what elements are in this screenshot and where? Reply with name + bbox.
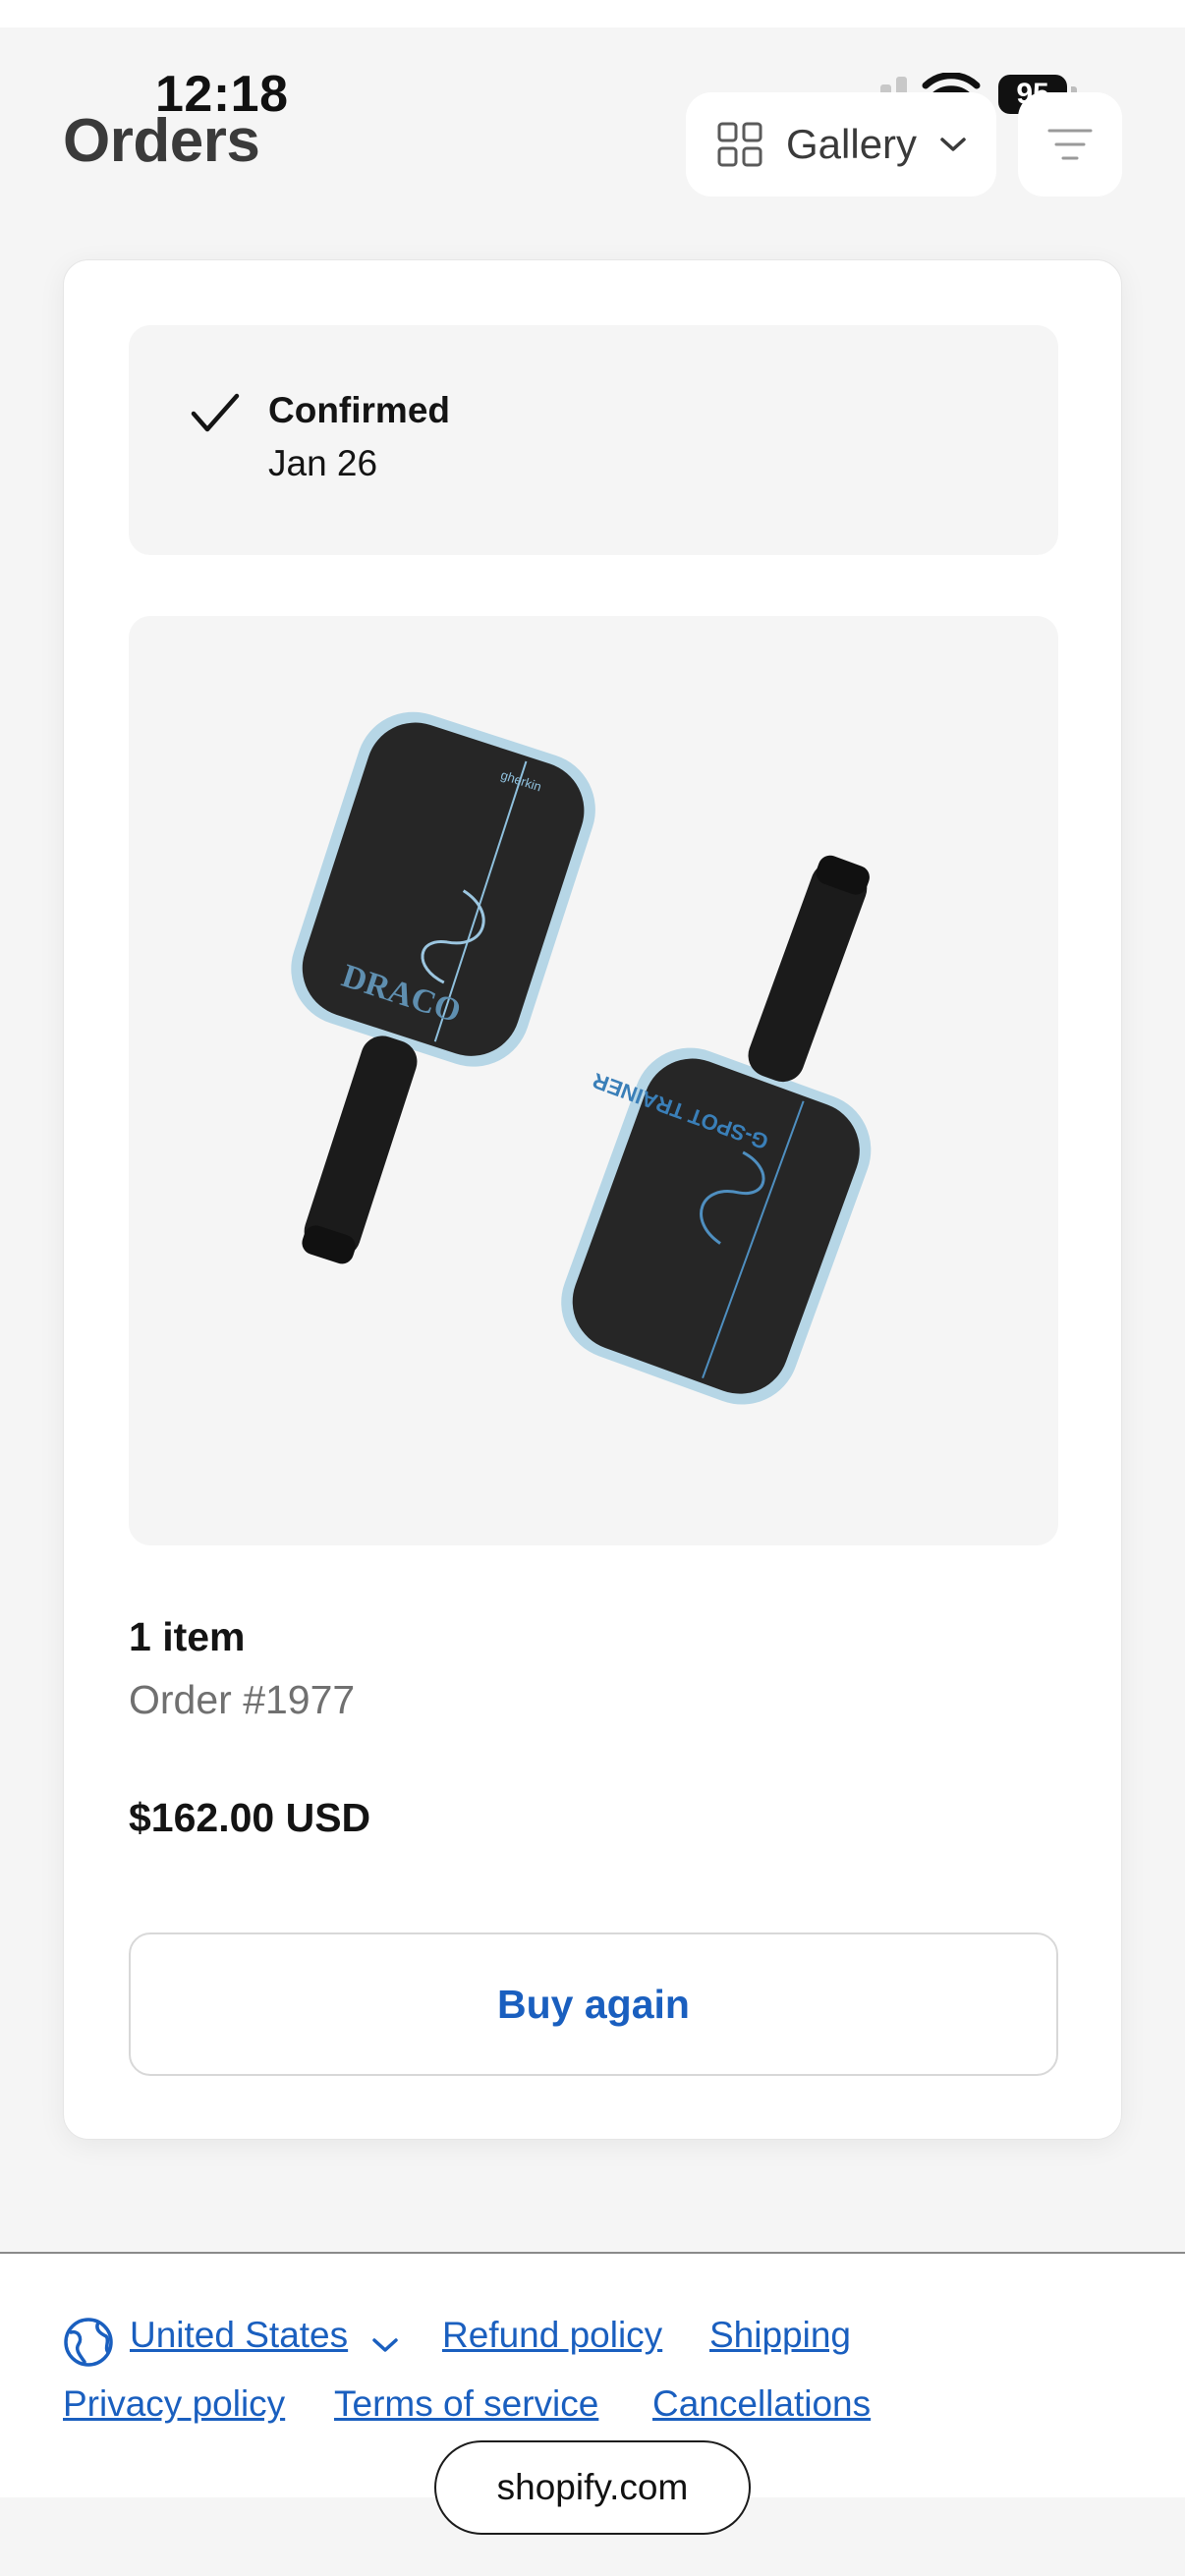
- check-icon: [191, 393, 240, 432]
- privacy-policy-link[interactable]: Privacy policy: [63, 2383, 285, 2425]
- region-selector-link[interactable]: United States: [130, 2315, 348, 2356]
- chevron-down-icon[interactable]: [371, 2336, 399, 2354]
- globe-icon: [64, 2318, 113, 2367]
- top-edge: [0, 0, 1185, 28]
- refund-policy-link[interactable]: Refund policy: [442, 2315, 662, 2356]
- paddle-g-spot-trainer: G-SPOT TRAINER: [561, 855, 872, 1405]
- view-mode-label: Gallery: [786, 121, 918, 167]
- pickleball-paddles-image: DRACO gherkin G-SPOT TRAINER: [291, 711, 872, 1405]
- cancellations-link[interactable]: Cancellations: [652, 2383, 871, 2425]
- filter-lines-icon: [1047, 129, 1093, 160]
- order-number: Order #1977: [129, 1677, 356, 1722]
- page-title: Orders: [63, 107, 260, 175]
- buy-again-button[interactable]: Buy again: [129, 1932, 1058, 2076]
- order-card[interactable]: Confirmed Jan 26 DRACO gherkin G-SPOT TR…: [63, 259, 1122, 2140]
- order-total: $162.00 USD: [129, 1795, 371, 1840]
- terms-of-service-link[interactable]: Terms of service: [334, 2383, 598, 2425]
- order-status-title: Confirmed: [268, 390, 450, 430]
- item-count: 1 item: [129, 1614, 246, 1659]
- grid-icon: [717, 122, 762, 167]
- order-status-box: Confirmed Jan 26: [129, 325, 1058, 555]
- browser-url-pill[interactable]: shopify.com: [434, 2440, 751, 2535]
- chevron-down-icon: [940, 138, 966, 151]
- view-mode-select[interactable]: Gallery: [686, 92, 996, 196]
- product-image[interactable]: DRACO gherkin G-SPOT TRAINER: [129, 616, 1058, 1545]
- filter-button[interactable]: [1018, 92, 1122, 196]
- order-status-date: Jan 26: [268, 443, 378, 483]
- shipping-link[interactable]: Shipping: [709, 2315, 851, 2356]
- paddle-draco: DRACO gherkin: [291, 711, 595, 1264]
